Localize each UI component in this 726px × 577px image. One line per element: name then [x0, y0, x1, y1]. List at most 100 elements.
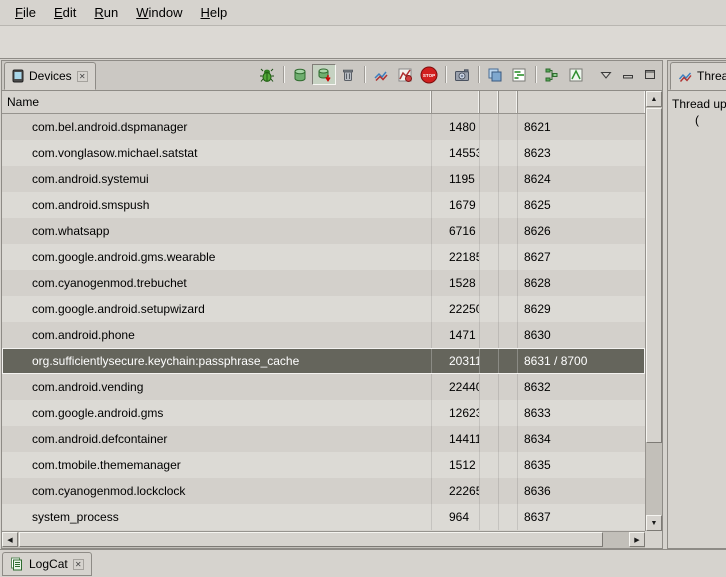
table-row[interactable]: com.vonglasow.michael.satstat145538623: [2, 140, 645, 166]
vertical-scroll-thumb[interactable]: [646, 108, 662, 443]
process-port: 8634: [518, 426, 645, 452]
chevron-down-icon: [600, 70, 612, 80]
method-profiling-button[interactable]: [393, 64, 417, 85]
opengl-trace-icon: [568, 67, 584, 83]
process-port: 8628: [518, 270, 645, 296]
systrace-button[interactable]: [507, 64, 531, 85]
process-pid: 22185: [432, 244, 480, 270]
column-header-3[interactable]: [480, 91, 499, 113]
process-pid: 1480: [432, 114, 480, 140]
column-header-port[interactable]: [518, 91, 645, 113]
toolbar-separator: [535, 66, 536, 83]
column-header-name[interactable]: Name: [2, 91, 432, 113]
cause-gc-button[interactable]: [336, 64, 360, 85]
minimize-icon: [622, 69, 634, 80]
toolbar-separator: [364, 66, 365, 83]
toolbar-separator: [283, 66, 284, 83]
table-row[interactable]: com.bel.android.dspmanager14808621: [2, 114, 645, 140]
screen-capture-button[interactable]: [450, 64, 474, 85]
debug-process-button[interactable]: [255, 64, 279, 85]
horizontal-scrollbar[interactable]: ◀ ▶: [2, 531, 645, 548]
process-pid: 12623: [432, 400, 480, 426]
update-threads-button[interactable]: [369, 64, 393, 85]
table-row[interactable]: com.android.systemui11958624: [2, 166, 645, 192]
menu-file[interactable]: File: [6, 1, 45, 24]
threads-icon: [678, 69, 692, 83]
process-port: 8630: [518, 322, 645, 348]
process-name: com.cyanogenmod.trebuchet: [2, 270, 432, 296]
table-row[interactable]: com.android.vending224408632: [2, 374, 645, 400]
scroll-left-button[interactable]: ◀: [2, 532, 18, 547]
trash-icon: [340, 67, 356, 83]
process-port: 8623: [518, 140, 645, 166]
process-col3: [480, 244, 499, 270]
svg-text:STOP: STOP: [423, 73, 435, 78]
process-pid: 22265: [432, 478, 480, 504]
process-pid: 964: [432, 504, 480, 530]
table-row[interactable]: com.whatsapp67168626: [2, 218, 645, 244]
vertical-scrollbar[interactable]: ▲ ▼: [645, 91, 662, 531]
process-name: com.android.smspush: [2, 192, 432, 218]
stop-process-button[interactable]: STOP: [417, 64, 441, 85]
tab-logcat[interactable]: LogCat ✕: [2, 552, 92, 576]
view-menu-button[interactable]: [598, 68, 614, 82]
update-heap-button[interactable]: [288, 64, 312, 85]
minimize-button[interactable]: [620, 68, 636, 82]
table-row[interactable]: com.google.android.setupwizard222508629: [2, 296, 645, 322]
process-col3: [480, 322, 499, 348]
ui-hierarchy-button[interactable]: [483, 64, 507, 85]
systrace-icon: [511, 67, 527, 83]
view-controls: [598, 68, 658, 82]
close-icon[interactable]: ✕: [77, 71, 88, 82]
devices-toolbar: STOP: [255, 64, 662, 90]
process-name: com.android.defcontainer: [2, 426, 432, 452]
horizontal-scroll-thumb[interactable]: [19, 532, 603, 547]
process-name: com.google.android.gms: [2, 400, 432, 426]
table-row[interactable]: system_process9648637: [2, 504, 645, 530]
table-row[interactable]: com.cyanogenmod.lockclock222658636: [2, 478, 645, 504]
table-row[interactable]: com.google.android.gms126238633: [2, 400, 645, 426]
tab-devices[interactable]: Devices ✕: [4, 62, 96, 90]
process-pid: 20311: [432, 348, 480, 374]
scroll-down-button[interactable]: ▼: [646, 515, 662, 531]
capture-tree-icon: [544, 67, 560, 83]
table-row[interactable]: org.sufficientlysecure.keychain:passphra…: [2, 348, 645, 374]
menu-help[interactable]: Help: [191, 1, 236, 24]
scroll-right-button[interactable]: ▶: [629, 532, 645, 547]
process-pid: 1528: [432, 270, 480, 296]
table-row[interactable]: com.google.android.gms.wearable221858627: [2, 244, 645, 270]
process-port: 8629: [518, 296, 645, 322]
menu-edit[interactable]: Edit: [45, 1, 85, 24]
menu-window[interactable]: Window: [127, 1, 191, 24]
process-col3: [480, 478, 499, 504]
process-port: 8621: [518, 114, 645, 140]
process-col3: [480, 140, 499, 166]
bottom-bar: LogCat ✕: [0, 549, 726, 577]
process-col4: [499, 478, 518, 504]
close-icon[interactable]: ✕: [73, 559, 84, 570]
process-col4: [499, 166, 518, 192]
column-header-pid[interactable]: [432, 91, 480, 113]
process-col4: [499, 218, 518, 244]
tab-threads[interactable]: Threads ✕: [670, 62, 726, 90]
process-pid: 1471: [432, 322, 480, 348]
table-row[interactable]: com.android.defcontainer144118634: [2, 426, 645, 452]
scroll-up-button[interactable]: ▲: [646, 91, 662, 107]
maximize-button[interactable]: [642, 68, 658, 82]
table-row[interactable]: com.android.phone14718630: [2, 322, 645, 348]
table-row[interactable]: com.tmobile.thememanager15128635: [2, 452, 645, 478]
process-col3: [480, 348, 499, 374]
menu-run[interactable]: Run: [85, 1, 127, 24]
process-pid: 6716: [432, 218, 480, 244]
table-row[interactable]: com.android.smspush16798625: [2, 192, 645, 218]
main-area: Devices ✕: [0, 60, 726, 549]
scrollbar-corner: [645, 531, 662, 548]
capture-tree-button[interactable]: [540, 64, 564, 85]
update-threads-icon: [373, 67, 389, 83]
dump-hprof-button[interactable]: [312, 64, 336, 85]
opengl-trace-button[interactable]: [564, 64, 588, 85]
table-row[interactable]: com.cyanogenmod.trebuchet1528 8628: [2, 270, 645, 296]
main-toolbar: [0, 26, 726, 59]
process-col3: [480, 218, 499, 244]
column-header-4[interactable]: [499, 91, 518, 113]
